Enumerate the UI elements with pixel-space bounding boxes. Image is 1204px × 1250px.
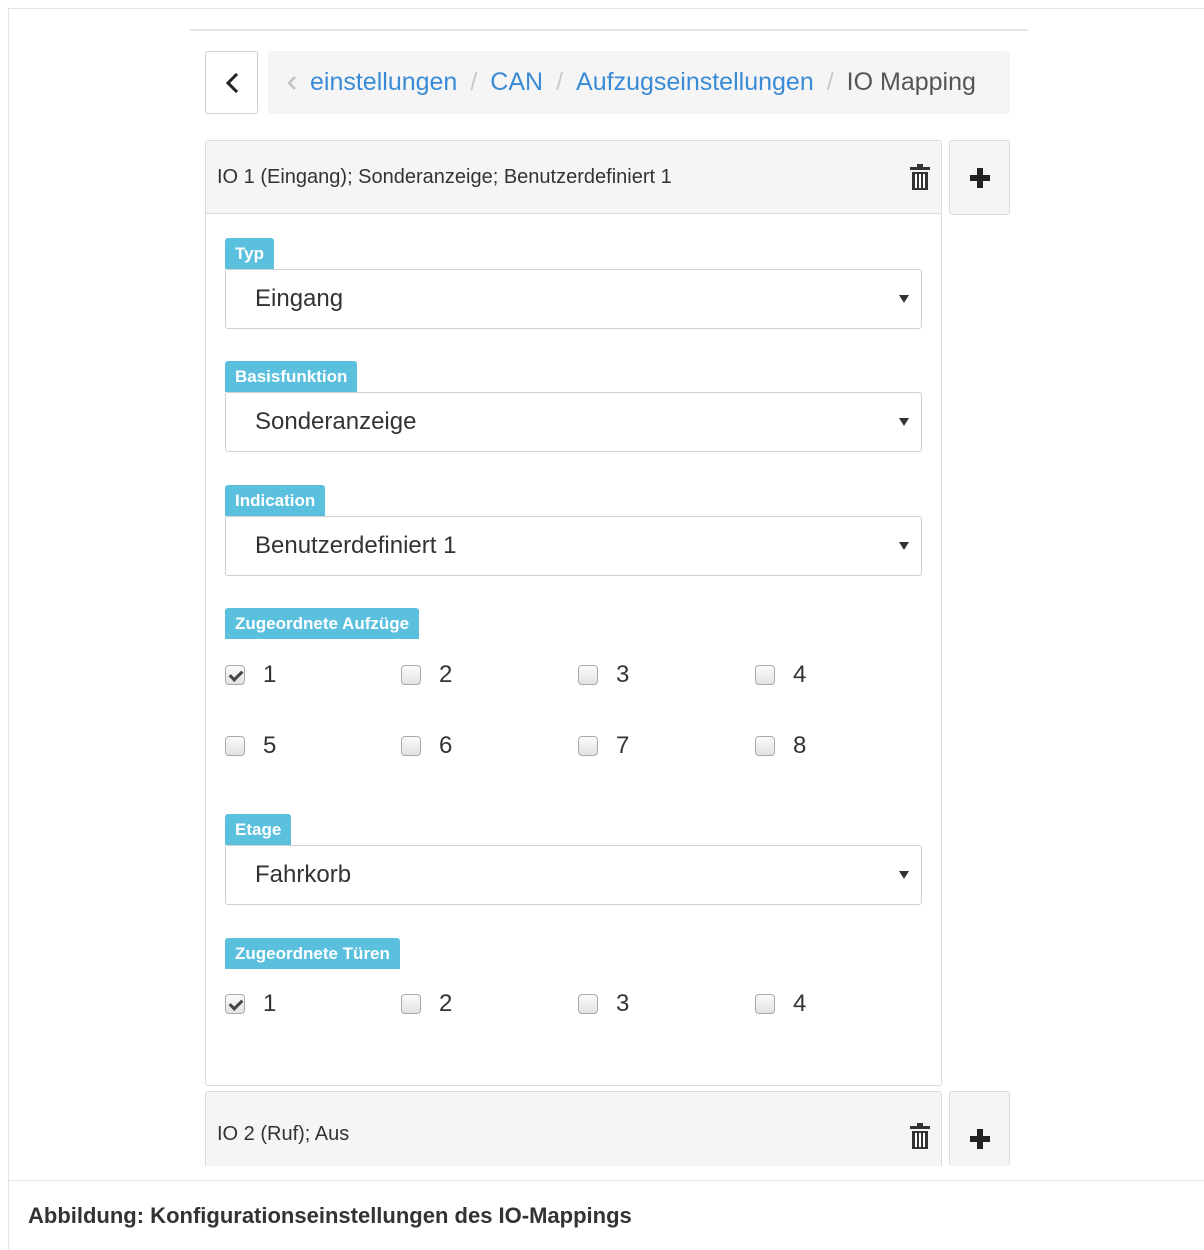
checkbox-label: 1 <box>263 661 277 688</box>
aufzug-checkbox-4[interactable]: 4 <box>755 661 806 689</box>
breadcrumb-item-io-mapping: IO Mapping <box>846 68 976 96</box>
aufzug-checkbox-3[interactable]: 3 <box>578 661 629 689</box>
io-mapping-title: IO 1 (Eingang); Sonderanzeige; Benutzerd… <box>217 165 672 188</box>
breadcrumb-item-aufzugseinstellungen[interactable]: Aufzugseinstellungen <box>576 68 814 97</box>
checkbox-label: 5 <box>263 732 277 759</box>
typ-select[interactable]: Eingang <box>225 269 922 329</box>
clip-cover <box>180 1166 1040 1180</box>
io-mapping-panel-header[interactable]: IO 2 (Ruf); Aus <box>206 1092 941 1166</box>
checkbox-box[interactable] <box>578 665 598 685</box>
aufzug-checkbox-2[interactable]: 2 <box>401 661 452 689</box>
aufzug-checkbox-6[interactable]: 6 <box>401 732 452 760</box>
checkbox-box[interactable] <box>225 736 245 756</box>
checkbox-box[interactable] <box>755 736 775 756</box>
checkbox-box[interactable] <box>225 994 245 1014</box>
aufzug-checkbox-1[interactable]: 1 <box>225 661 276 689</box>
basisfunktion-select[interactable]: Sonderanzeige <box>225 392 922 452</box>
breadcrumb-separator: / <box>826 68 834 96</box>
back-button[interactable] <box>205 51 258 114</box>
tueren-label: Zugeordnete Türen <box>225 938 400 969</box>
basisfunktion-label: Basisfunktion <box>225 361 358 392</box>
plus-icon <box>969 167 990 188</box>
top-divider <box>190 29 1028 31</box>
etage-label: Etage <box>225 814 292 845</box>
checkbox-box[interactable] <box>755 665 775 685</box>
etage-select[interactable]: Fahrkorb <box>225 845 922 905</box>
basisfunktion-value: Sonderanzeige <box>255 408 417 435</box>
tuer-checkbox-2[interactable]: 2 <box>401 990 452 1018</box>
checkbox-label: 3 <box>616 990 630 1017</box>
tuer-checkbox-4[interactable]: 4 <box>755 990 806 1018</box>
io-mapping-title: IO 2 (Ruf); Aus <box>217 1122 350 1145</box>
checkbox-label: 8 <box>793 732 807 759</box>
add-mapping-button[interactable] <box>949 1091 1010 1166</box>
breadcrumb-separator: / <box>470 68 478 96</box>
typ-value: Eingang <box>255 285 344 312</box>
aufzuege-label: Zugeordnete Aufzüge <box>225 608 420 639</box>
indication-value: Benutzerdefiniert 1 <box>255 532 457 559</box>
checkbox-box[interactable] <box>578 994 598 1014</box>
trash-icon[interactable] <box>909 163 931 191</box>
caption-divider <box>8 1180 1204 1181</box>
typ-label: Typ <box>225 238 274 269</box>
checkbox-label: 4 <box>793 661 807 688</box>
checkbox-label: 4 <box>793 990 807 1017</box>
io-mapping-panel-header[interactable]: IO 1 (Eingang); Sonderanzeige; Benutzerd… <box>206 141 941 214</box>
checkbox-label: 2 <box>439 990 453 1017</box>
plus-icon <box>969 1129 990 1149</box>
io-mapping-panel-2: IO 2 (Ruf); Aus <box>205 1091 942 1166</box>
checkbox-box[interactable] <box>401 994 421 1014</box>
checkbox-label: 3 <box>616 661 630 688</box>
indication-label: Indication <box>225 485 326 516</box>
tuer-checkbox-1[interactable]: 1 <box>225 990 276 1018</box>
aufzug-checkbox-7[interactable]: 7 <box>578 732 629 760</box>
figure-caption: Abbildung: Konfigurationseinstellungen d… <box>28 1203 632 1228</box>
checkbox-label: 1 <box>263 990 277 1017</box>
checkbox-label: 6 <box>439 732 453 759</box>
breadcrumb-scroll-left-icon[interactable] <box>286 74 298 92</box>
caret-down-icon <box>899 418 909 426</box>
chevron-left-icon <box>225 72 238 93</box>
checkbox-box[interactable] <box>755 994 775 1014</box>
breadcrumb-item-can[interactable]: CAN <box>490 68 543 97</box>
breadcrumb-item-einstellungen[interactable]: einstellungen <box>310 68 457 97</box>
trash-icon[interactable] <box>909 1122 931 1150</box>
etage-value: Fahrkorb <box>255 861 352 888</box>
checkbox-box[interactable] <box>225 665 245 685</box>
breadcrumb: einstellungen / CAN / Aufzugseinstellung… <box>268 51 1010 114</box>
caret-down-icon <box>899 295 909 303</box>
breadcrumb-separator: / <box>556 68 564 96</box>
tuer-checkbox-3[interactable]: 3 <box>578 990 629 1018</box>
indication-select[interactable]: Benutzerdefiniert 1 <box>225 516 922 576</box>
checkbox-label: 7 <box>616 732 630 759</box>
checkbox-box[interactable] <box>401 736 421 756</box>
aufzug-checkbox-8[interactable]: 8 <box>755 732 806 760</box>
checkbox-label: 2 <box>439 661 453 688</box>
checkbox-box[interactable] <box>401 665 421 685</box>
caret-down-icon <box>899 871 909 879</box>
caret-down-icon <box>899 542 909 550</box>
aufzug-checkbox-5[interactable]: 5 <box>225 732 276 760</box>
add-mapping-button[interactable] <box>949 140 1010 215</box>
checkbox-box[interactable] <box>578 736 598 756</box>
